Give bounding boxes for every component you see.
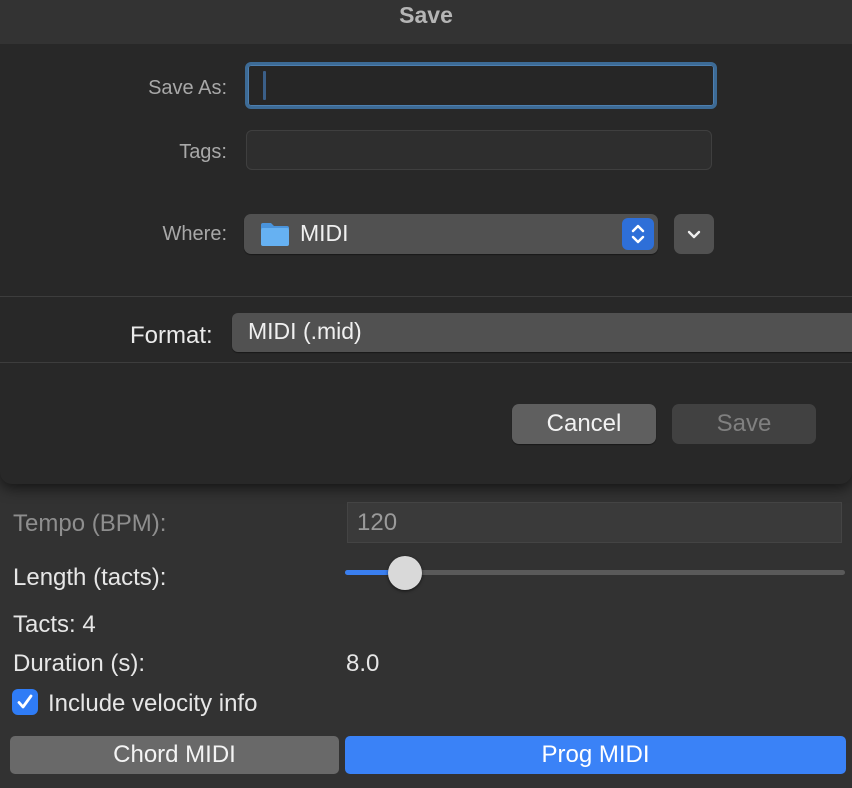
where-value: MIDI (300, 220, 349, 246)
length-label: Length (tacts): (13, 564, 167, 591)
folder-icon (261, 223, 289, 246)
tempo-input[interactable]: 120 (347, 502, 842, 543)
divider-bottom (0, 362, 852, 363)
divider-top (0, 296, 852, 297)
save-button[interactable]: Save (672, 404, 816, 444)
velocity-checkbox[interactable] (12, 689, 38, 715)
up-down-chevron-icon (631, 224, 645, 244)
duration-label: Duration (s): (13, 650, 146, 677)
where-label: Where: (162, 223, 227, 245)
prog-midi-button[interactable]: Prog MIDI (345, 736, 846, 774)
cancel-button[interactable]: Cancel (512, 404, 656, 444)
save-as-field[interactable] (245, 62, 717, 109)
length-slider-knob[interactable] (388, 556, 422, 590)
tags-label: Tags: (179, 141, 227, 163)
checkmark-icon (17, 694, 33, 709)
app-window: Save Save As: Tags: Where: MIDI Format: … (0, 0, 852, 788)
format-value: MIDI (.mid) (248, 318, 362, 344)
tacts-text: Tacts: 4 (13, 611, 96, 638)
save-dialog: Save Save As: Tags: Where: MIDI Format: … (0, 0, 852, 484)
expand-button[interactable] (674, 214, 714, 254)
chevron-down-icon (687, 230, 701, 239)
format-popup[interactable]: MIDI (.mid) (232, 313, 852, 352)
dialog-title: Save (0, 0, 852, 44)
velocity-label[interactable]: Include velocity info (48, 690, 257, 718)
where-popup[interactable]: MIDI (244, 214, 658, 254)
text-caret (263, 71, 266, 100)
tags-field[interactable] (246, 130, 712, 170)
where-stepper[interactable] (622, 218, 654, 250)
tempo-value: 120 (357, 509, 398, 536)
chord-midi-button[interactable]: Chord MIDI (10, 736, 339, 774)
format-label: Format: (130, 322, 213, 349)
duration-value: 8.0 (346, 650, 380, 677)
save-as-label: Save As: (148, 77, 227, 99)
tempo-label: Tempo (BPM): (13, 510, 167, 537)
